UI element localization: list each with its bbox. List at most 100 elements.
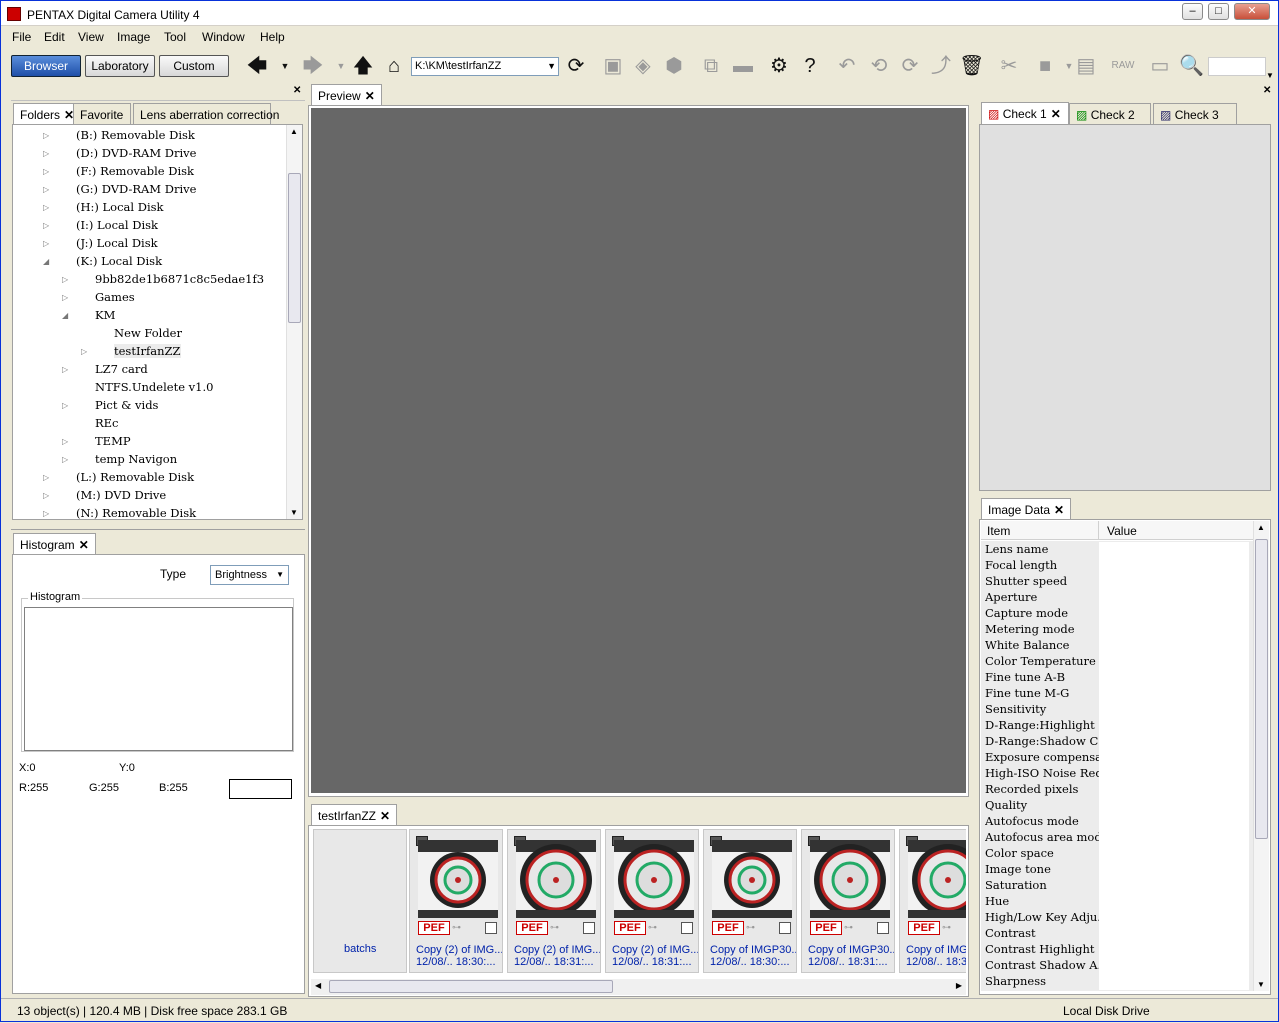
close-icon[interactable]: ✕ (1051, 107, 1061, 121)
gear-icon[interactable]: ⚙ (767, 55, 791, 79)
expand-chevron-icon[interactable]: ▷ (43, 221, 49, 230)
image-data-scrollbar[interactable]: ▲ ▼ (1253, 521, 1269, 991)
tab-favorite[interactable]: Favorite (73, 103, 131, 125)
expand-chevron-icon[interactable]: ▷ (62, 293, 68, 302)
image-data-row[interactable]: Recorded pixels (985, 782, 1253, 798)
select-checkbox[interactable] (583, 922, 595, 934)
expand-chevron-icon[interactable]: ▷ (43, 509, 49, 518)
folder-tree-item[interactable]: testIrfanZZ (114, 344, 181, 358)
folder-tree-item[interactable]: New Folder (114, 326, 182, 340)
close-icon[interactable]: ✕ (365, 89, 375, 103)
folder-tree-item[interactable]: 9bb82de1b6871c8c5edae1f3 (95, 272, 264, 286)
preview-canvas[interactable] (311, 108, 966, 793)
close-button[interactable]: ✕ (1234, 3, 1270, 20)
delete-icon[interactable]: 🗑 (959, 55, 984, 79)
menu-help[interactable]: Help (260, 30, 285, 44)
fullscreen-icon[interactable]: ▭ (1148, 55, 1172, 79)
expand-chevron-icon[interactable]: ▷ (43, 167, 49, 176)
expand-chevron-icon[interactable]: ▷ (43, 149, 49, 158)
up-folder-icon[interactable]: 🡅 (351, 55, 375, 79)
copy-icon[interactable]: ▣ (601, 55, 625, 79)
image-data-row[interactable]: Shutter speed (985, 574, 1253, 590)
rotate-right-icon[interactable]: ⟳ (898, 55, 922, 79)
path-input[interactable]: K:\KM\testIrfanZZ ▼ (411, 57, 559, 76)
forward-arrow-icon[interactable]: 🡆 (301, 55, 325, 79)
image-data-row[interactable]: Color Temperature (985, 654, 1253, 670)
laboratory-mode-button[interactable]: Laboratory (85, 55, 155, 77)
image-data-row[interactable]: Quality (985, 798, 1253, 814)
undo-icon[interactable]: ↶ (835, 55, 859, 79)
folder-tree-item[interactable]: (G:) DVD-RAM Drive (76, 182, 196, 196)
close-icon[interactable]: ✕ (380, 809, 390, 823)
column-value[interactable]: Value (1107, 524, 1137, 538)
image-data-row[interactable]: High-ISO Noise Red... (985, 766, 1253, 782)
select-checkbox[interactable] (681, 922, 693, 934)
thumbnail-cell[interactable]: PEF ⊶ Copy (2) of IMG... 12/08/.. 18:31:... (605, 829, 699, 973)
expanded-chevron-icon[interactable]: ◢ (62, 311, 68, 320)
close-icon[interactable]: ✕ (1054, 503, 1064, 517)
display-icon[interactable]: ■ (1033, 55, 1057, 79)
folder-tree-item[interactable]: (H:) Local Disk (76, 200, 164, 214)
image-data-row[interactable]: High/Low Key Adju... (985, 910, 1253, 926)
chevron-down-icon[interactable]: ▼ (276, 570, 284, 579)
image-data-row[interactable]: Saturation (985, 878, 1253, 894)
maximize-button[interactable]: □ (1208, 3, 1229, 20)
tab-image-data[interactable]: Image Data ✕ (981, 498, 1072, 520)
expand-chevron-icon[interactable]: ▷ (43, 473, 49, 482)
image-data-row[interactable]: Color space (985, 846, 1253, 862)
folder-tree-item[interactable]: (L:) Removable Disk (76, 470, 194, 484)
filmstrip-hscrollbar[interactable]: ◀ ▶ (311, 979, 966, 995)
tag-icon[interactable]: ⬢ (662, 55, 686, 79)
image-data-row[interactable]: Lens name (985, 542, 1253, 558)
select-checkbox[interactable] (485, 922, 497, 934)
title-bar[interactable]: PENTAX Digital Camera Utility 4 – □ ✕ (1, 1, 1278, 26)
folder-tree-item[interactable]: Games (95, 290, 135, 304)
thumbnail-cell[interactable]: PEF⊶ Copy of IMGP30...12/08/.. 18:31:... (801, 829, 895, 973)
forward-dropdown-icon[interactable]: ▼ (329, 55, 353, 79)
scroll-thumb[interactable] (329, 980, 613, 993)
expand-chevron-icon[interactable]: ▷ (43, 239, 49, 248)
scroll-right-icon[interactable]: ▶ (956, 981, 962, 990)
chevron-down-icon[interactable]: ▼ (547, 60, 556, 73)
tab-lens-aberration[interactable]: Lens aberration correction (133, 103, 279, 125)
expanded-chevron-icon[interactable]: ◢ (43, 257, 49, 266)
folder-tree-item[interactable]: (F:) Removable Disk (76, 164, 194, 178)
image-data-row[interactable]: Capture mode (985, 606, 1253, 622)
menu-tool[interactable]: Tool (164, 30, 186, 44)
expand-chevron-icon[interactable]: ▷ (62, 275, 68, 284)
folder-tree-item[interactable]: temp Navigon (95, 452, 177, 466)
tab-preview[interactable]: Preview ✕ (311, 84, 382, 106)
expand-chevron-icon[interactable]: ▷ (62, 401, 68, 410)
tab-check-1[interactable]: ▨ Check 1 ✕ (981, 102, 1069, 124)
tab-histogram[interactable]: Histogram ✕ (13, 533, 96, 555)
scroll-left-icon[interactable]: ◀ (315, 981, 321, 990)
image-data-row[interactable]: Hue (985, 894, 1253, 910)
expand-chevron-icon[interactable]: ▷ (62, 365, 68, 374)
rotate-left-icon[interactable]: ⟲ (867, 55, 891, 79)
image-data-row[interactable]: Sensitivity (985, 702, 1253, 718)
folder-tree-item[interactable]: (D:) DVD-RAM Drive (76, 146, 196, 160)
refresh-icon[interactable]: ⟳ (564, 55, 588, 79)
expand-chevron-icon[interactable]: ▷ (43, 185, 49, 194)
image-data-row[interactable]: Image tone (985, 862, 1253, 878)
folder-tree-item[interactable]: (I:) Local Disk (76, 218, 158, 232)
menu-edit[interactable]: Edit (44, 30, 65, 44)
image-data-row[interactable]: D-Range:Highlight ... (985, 718, 1253, 734)
move-icon[interactable]: ◈ (631, 55, 655, 79)
browser-mode-button[interactable]: Browser (11, 55, 81, 77)
back-dropdown-icon[interactable]: ▼ (273, 55, 297, 79)
folder-tree-item[interactable]: Pict & vids (95, 398, 158, 412)
slideshow-icon[interactable]: ▬ (731, 55, 755, 79)
folder-tree-item[interactable]: LZ7 card (95, 362, 148, 376)
image-data-row[interactable]: Contrast Highlight ... (985, 942, 1253, 958)
image-data-row[interactable]: Fine tune M-G (985, 686, 1253, 702)
layout-icon[interactable]: ▤ (1074, 55, 1098, 79)
raw-icon[interactable]: RAW (1111, 55, 1135, 79)
tab-folder-contents[interactable]: testIrfanZZ ✕ (311, 804, 398, 826)
menu-image[interactable]: Image (117, 30, 150, 44)
column-item[interactable]: Item (987, 524, 1010, 538)
custom-mode-button[interactable]: Custom (159, 55, 229, 77)
menu-file[interactable]: File (12, 30, 31, 44)
folder-tree-item[interactable]: (B:) Removable Disk (76, 128, 195, 142)
right-panel-close-icon[interactable]: ✕ (1263, 85, 1271, 96)
